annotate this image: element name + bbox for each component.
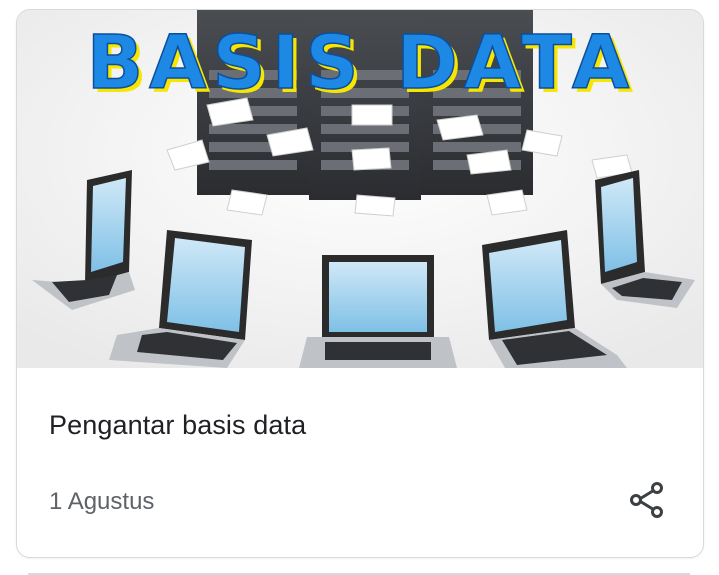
basis-data-illustration: BASIS DATA BASIS DATA (17, 10, 703, 368)
share-button[interactable] (623, 476, 671, 524)
post-card[interactable]: BASIS DATA BASIS DATA Pengantar basis da… (16, 9, 704, 558)
post-thumbnail[interactable]: BASIS DATA BASIS DATA (17, 10, 703, 368)
share-icon (630, 482, 663, 518)
overlay-text: BASIS DATA (87, 20, 636, 106)
post-date: 1 Agustus (49, 488, 155, 515)
post-title[interactable]: Pengantar basis data (49, 410, 306, 441)
